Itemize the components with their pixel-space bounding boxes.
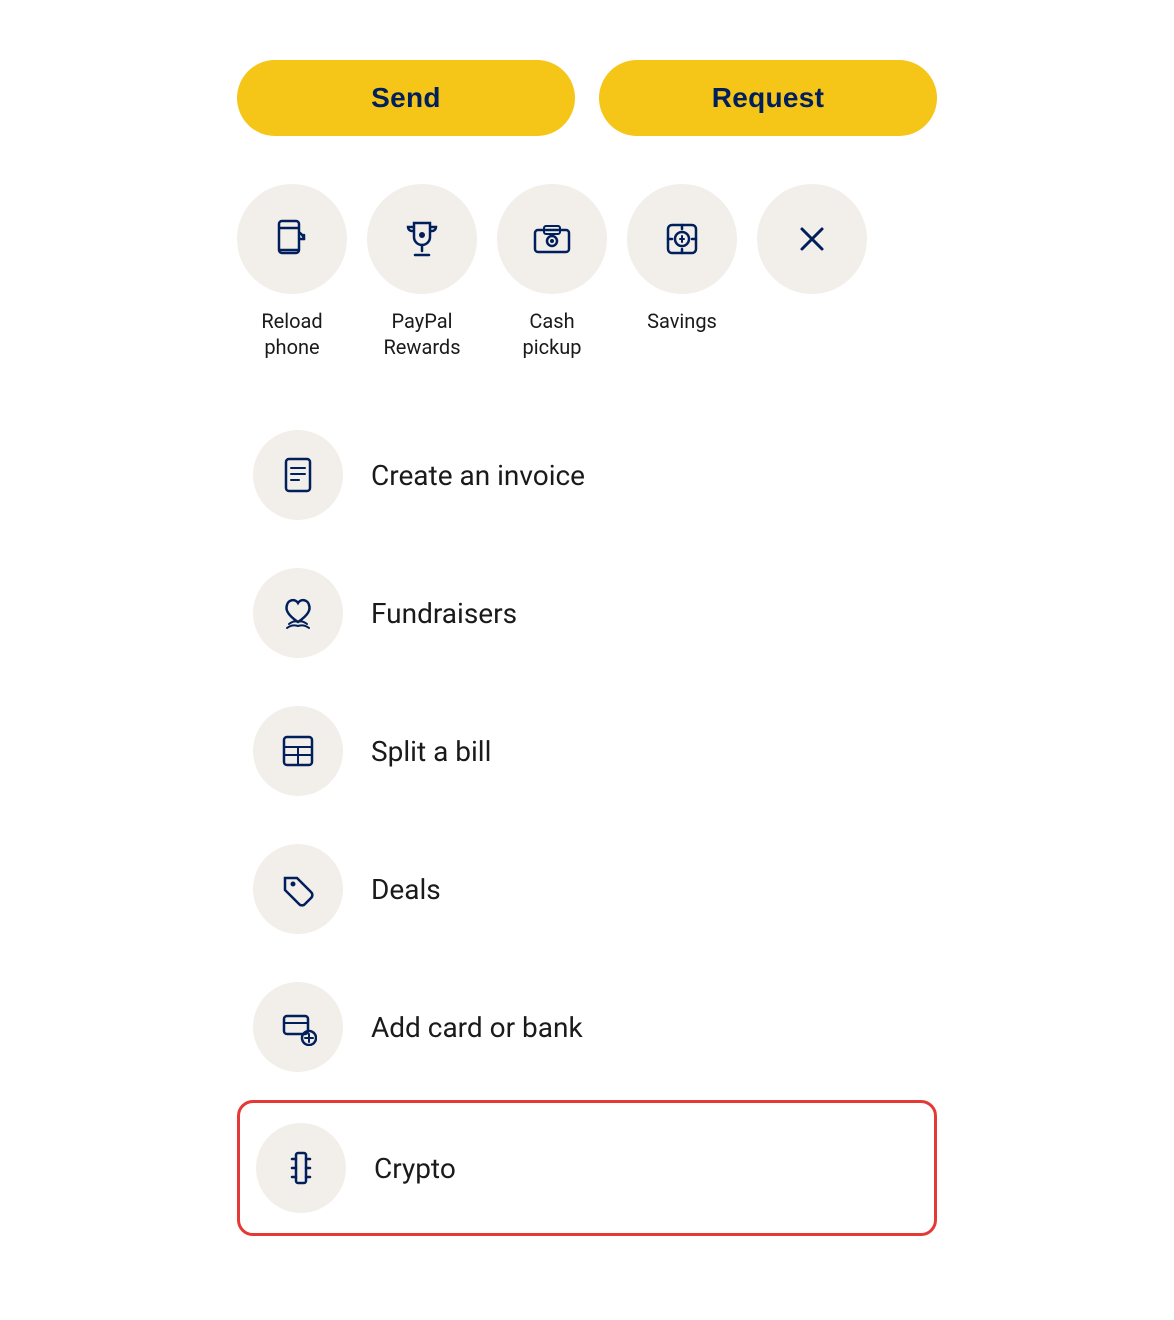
deals-icon <box>279 870 317 908</box>
paypal-rewards-label: PayPalRewards <box>383 308 460 360</box>
trophy-icon <box>400 217 444 261</box>
menu-item-add-card-bank[interactable]: Add card or bank <box>237 962 937 1092</box>
close-circle <box>757 184 867 294</box>
send-button[interactable]: Send <box>237 60 575 136</box>
crypto-icon <box>282 1149 320 1187</box>
menu-item-create-invoice[interactable]: Create an invoice <box>237 410 937 540</box>
quick-action-reload-phone[interactable]: Reloadphone <box>237 184 347 360</box>
add-card-bank-label: Add card or bank <box>371 1011 583 1044</box>
close-icon <box>790 217 834 261</box>
quick-action-savings[interactable]: Savings <box>627 184 737 334</box>
split-bill-label: Split a bill <box>371 735 491 768</box>
paypal-rewards-circle <box>367 184 477 294</box>
invoice-icon <box>279 456 317 494</box>
fundraisers-label: Fundraisers <box>371 597 517 630</box>
menu-item-split-bill[interactable]: Split a bill <box>237 686 937 816</box>
invoice-icon-circle <box>253 430 343 520</box>
cash-pickup-circle <box>497 184 607 294</box>
reload-phone-label: Reloadphone <box>261 308 322 360</box>
crypto-label: Crypto <box>374 1152 456 1185</box>
action-buttons-row: Send Request <box>237 60 937 136</box>
quick-action-close[interactable] <box>757 184 867 294</box>
fundraisers-icon-circle <box>253 568 343 658</box>
menu-item-fundraisers[interactable]: Fundraisers <box>237 548 937 678</box>
cash-pickup-label: Cashpickup <box>523 308 582 360</box>
savings-icon <box>660 217 704 261</box>
main-container: Send Request Reloadphone <box>237 60 937 1260</box>
reload-phone-icon <box>270 217 314 261</box>
quick-actions-row: Reloadphone PayPalRewards <box>237 184 937 360</box>
quick-action-paypal-rewards[interactable]: PayPalRewards <box>367 184 477 360</box>
menu-list: Create an invoice Fundraisers <box>237 410 937 1236</box>
create-invoice-label: Create an invoice <box>371 459 585 492</box>
deals-icon-circle <box>253 844 343 934</box>
add-bank-icon-circle <box>253 982 343 1072</box>
split-bill-icon-circle <box>253 706 343 796</box>
deals-label: Deals <box>371 873 441 906</box>
request-button[interactable]: Request <box>599 60 937 136</box>
reload-phone-circle <box>237 184 347 294</box>
savings-label: Savings <box>647 308 717 334</box>
savings-circle <box>627 184 737 294</box>
split-bill-icon <box>279 732 317 770</box>
add-bank-icon <box>279 1008 317 1046</box>
quick-action-cash-pickup[interactable]: Cashpickup <box>497 184 607 360</box>
menu-item-crypto[interactable]: Crypto <box>237 1100 937 1236</box>
menu-item-deals[interactable]: Deals <box>237 824 937 954</box>
cash-pickup-icon <box>530 217 574 261</box>
fundraisers-icon <box>279 594 317 632</box>
crypto-icon-circle <box>256 1123 346 1213</box>
